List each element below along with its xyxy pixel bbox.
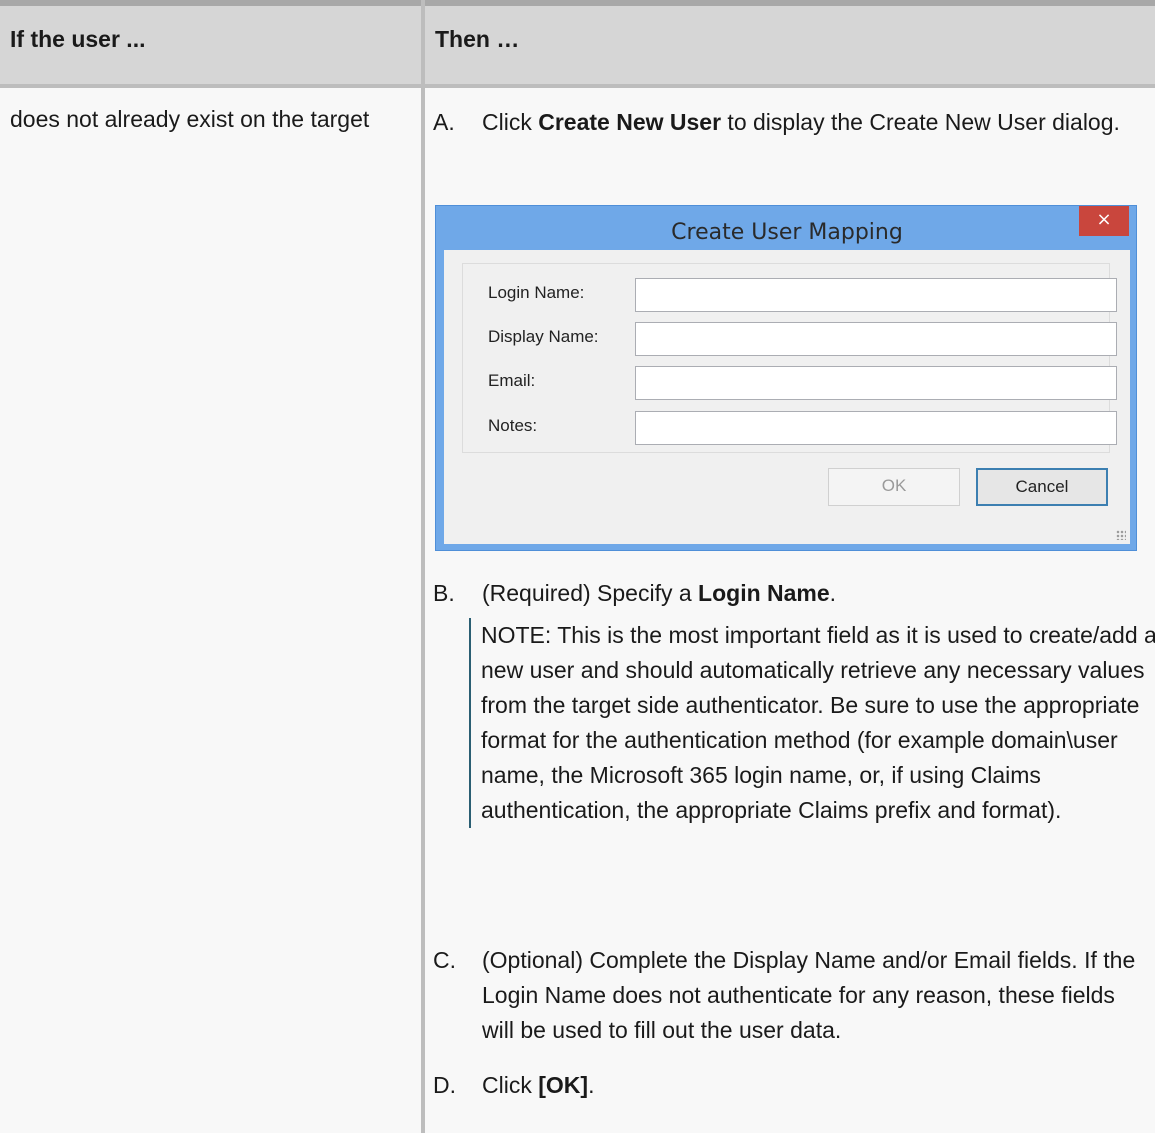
step-letter: D. (433, 1072, 456, 1098)
header-label-action: Then … (435, 26, 520, 52)
notes-field[interactable] (635, 411, 1117, 445)
login-name-term: Login Name (698, 580, 830, 606)
procedure-table: If the user ... Then … does not already … (0, 0, 1155, 1133)
column-divider (421, 0, 425, 1133)
email-field[interactable] (635, 366, 1117, 400)
action-cell: A. Click Create New User to display the … (425, 88, 1155, 1133)
step-text: (Required) Specify a Login Name. (482, 580, 837, 606)
cancel-button[interactable]: Cancel (976, 468, 1108, 506)
create-user-mapping-dialog: Create User Mapping × Login Name: Displa… (435, 205, 1137, 551)
display-name-row: Display Name: (488, 322, 1117, 356)
login-name-field[interactable] (635, 278, 1117, 312)
email-label: Email: (488, 371, 536, 390)
note-callout: NOTE: This is the most important field a… (469, 618, 1155, 828)
table-header-action: Then … (425, 0, 1155, 84)
ok-button[interactable]: OK (828, 468, 960, 506)
ok-term: [OK] (538, 1072, 589, 1098)
fields-group: Login Name: Display Name: Email: Notes: (462, 263, 1117, 453)
notes-label: Notes: (488, 416, 538, 435)
step-letter: C. (433, 947, 456, 973)
condition-text: does not already exist on the target (10, 106, 370, 132)
close-icon[interactable]: × (1079, 206, 1129, 236)
note-text: NOTE: This is the most important field a… (481, 622, 1155, 823)
login-name-row: Login Name: (488, 278, 1117, 312)
email-row: Email: (488, 366, 1117, 400)
create-new-user-term: Create New User (538, 109, 722, 135)
condition-cell: does not already exist on the target (0, 88, 421, 1133)
step-text: Click [OK]. (482, 1072, 595, 1098)
step-letter: B. (433, 580, 455, 606)
dialog-title: Create User Mapping (671, 220, 903, 245)
notes-row: Notes: (488, 411, 1117, 445)
step-text: (Optional) Complete the Display Name and… (482, 947, 1136, 1043)
table-header-condition: If the user ... (0, 0, 421, 84)
display-name-label: Display Name: (488, 327, 599, 346)
step-letter: A. (433, 109, 455, 135)
step-text: Click Create New User to display the Cre… (482, 109, 1120, 135)
display-name-field[interactable] (635, 322, 1117, 356)
header-label-condition: If the user ... (10, 26, 146, 52)
resize-grip-icon[interactable] (1116, 530, 1126, 540)
login-name-label: Login Name: (488, 283, 585, 302)
dialog-client-area: Login Name: Display Name: Email: Notes: (444, 250, 1130, 544)
